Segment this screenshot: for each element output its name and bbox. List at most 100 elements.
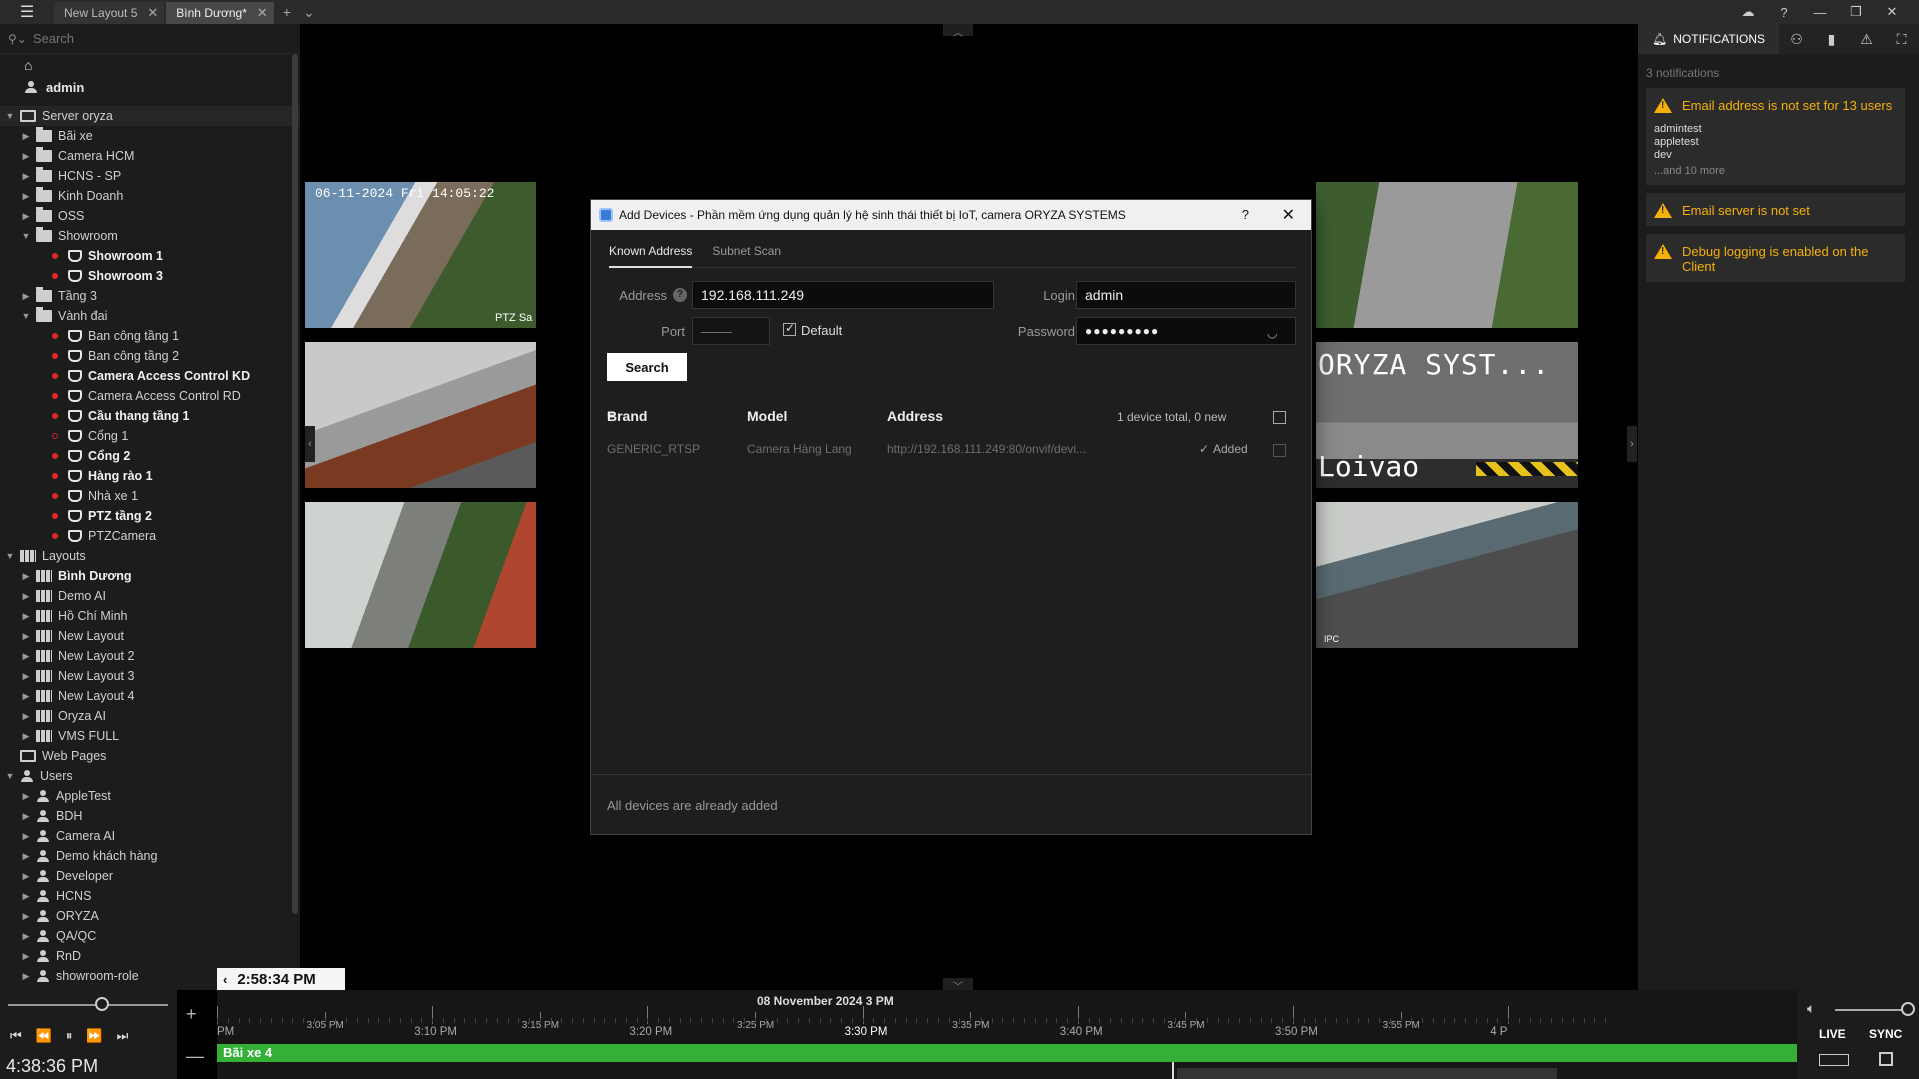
chevron-left-icon[interactable]: ‹ (305, 426, 315, 462)
tree-item[interactable]: Showroom 1 (0, 246, 300, 266)
expand-right-icon[interactable]: ▶ (20, 291, 32, 302)
camera-tile[interactable] (305, 502, 536, 648)
restore-icon[interactable]: ❐ (1838, 4, 1874, 20)
tree-item[interactable]: ▶ VMS FULL (0, 726, 300, 746)
tree-item[interactable]: PTZCamera (0, 526, 300, 546)
tree-item[interactable]: ▼ Users (0, 766, 300, 786)
address-column-header[interactable]: Address (887, 408, 943, 424)
expand-right-icon[interactable]: ▶ (20, 211, 32, 222)
volume-slider-handle[interactable] (1901, 1002, 1915, 1016)
tree-item[interactable]: PTZ tầng 2 (0, 506, 300, 526)
row-checkbox[interactable] (1273, 444, 1286, 457)
search-input[interactable] (32, 31, 253, 46)
main-menu-icon[interactable]: ☰ (0, 0, 54, 24)
expand-right-icon[interactable]: ▶ (20, 851, 32, 862)
notification-item[interactable]: Email server is not set (1646, 193, 1905, 226)
tree-item[interactable]: ▶ Demo AI (0, 586, 300, 606)
expand-right-icon[interactable]: ▶ (20, 971, 32, 982)
camera-tile[interactable] (305, 342, 536, 488)
close-icon[interactable]: ✕ (1282, 205, 1295, 225)
help-icon[interactable]: ? (1242, 207, 1249, 222)
skip-forward-icon[interactable]: ⏭ (117, 1028, 129, 1044)
expand-right-icon[interactable]: ▶ (20, 151, 32, 162)
expand-right-icon[interactable]: ▶ (20, 651, 32, 662)
chevron-down-icon[interactable]: ﹀ (943, 978, 973, 993)
skip-back-icon[interactable]: ⏮ (10, 1028, 22, 1044)
tree-item[interactable]: Ban công tầng 2 (0, 346, 300, 366)
recording-track[interactable]: Bãi xe 4 (217, 1044, 1797, 1062)
chevron-left-icon[interactable]: ‹ (223, 972, 227, 987)
timeline-icon[interactable] (1819, 1054, 1849, 1066)
password-input[interactable] (1076, 317, 1296, 345)
camera-tile[interactable]: IPC (1316, 502, 1578, 648)
expand-down-icon[interactable]: ▼ (4, 111, 16, 121)
tree-item[interactable]: ▶ Bãi xe (0, 126, 300, 146)
expand-down-icon[interactable]: ▼ (20, 231, 32, 241)
notification-item[interactable]: Email address is not set for 13 users ad… (1646, 88, 1905, 185)
expand-right-icon[interactable]: ▶ (20, 931, 32, 942)
expand-down-icon[interactable]: ▼ (4, 551, 16, 561)
login-input[interactable] (1076, 281, 1296, 309)
tree-scrollbar[interactable] (292, 54, 298, 914)
close-tab-icon[interactable]: ✕ (147, 5, 158, 21)
chevron-down-icon[interactable]: ⌄ (298, 4, 320, 21)
fullscreen-icon[interactable]: ⛶ (1884, 31, 1919, 48)
tree-item[interactable]: Cổng 2 (0, 446, 300, 466)
address-input[interactable] (692, 281, 994, 309)
help-icon[interactable]: ? (1766, 5, 1802, 20)
tree-item[interactable]: Web Pages (0, 746, 300, 766)
tree-item[interactable]: Showroom 3 (0, 266, 300, 286)
table-row[interactable]: GENERIC_RTSP Camera Hàng Lang http://192… (607, 442, 1297, 460)
pause-icon[interactable]: ⏸ (66, 1028, 73, 1044)
timeline-scrollbar[interactable] (1177, 1068, 1557, 1079)
alert-icon[interactable]: ⚠ (1849, 31, 1884, 48)
tree-item[interactable]: ▶ New Layout 4 (0, 686, 300, 706)
tab-binh-duong[interactable]: Bình Dương* ✕ (166, 2, 274, 24)
expand-down-icon[interactable]: ▼ (20, 311, 32, 321)
expand-right-icon[interactable]: ▶ (20, 171, 32, 182)
timeline[interactable]: ‹ 2:58:34 PM PM 3:05 PM 3:10 PM 3:15 PM 3:20… (217, 968, 1797, 1079)
zoom-out-icon[interactable]: — (186, 1046, 204, 1067)
expand-right-icon[interactable]: ▶ (20, 831, 32, 842)
expand-right-icon[interactable]: ▶ (20, 731, 32, 742)
chevron-up-icon[interactable]: ︿ (943, 24, 973, 39)
current-user[interactable]: admin (0, 76, 300, 98)
expand-right-icon[interactable]: ▶ (20, 631, 32, 642)
expand-right-icon[interactable]: ▶ (20, 711, 32, 722)
calendar-icon[interactable] (1879, 1052, 1893, 1066)
expand-right-icon[interactable]: ▶ (20, 911, 32, 922)
expand-right-icon[interactable]: ▶ (20, 671, 32, 682)
expand-right-icon[interactable]: ▶ (20, 571, 32, 582)
expand-right-icon[interactable]: ▶ (20, 131, 32, 142)
volume-icon[interactable]: 🔈︎ (1807, 1000, 1815, 1017)
tab-notifications[interactable]: 🔔︎ NOTIFICATIONS (1638, 24, 1780, 54)
notification-item[interactable]: Debug logging is enabled on the Client (1646, 234, 1905, 282)
zoom-in-icon[interactable]: + (186, 1004, 197, 1025)
chevron-right-icon[interactable]: › (1627, 426, 1637, 462)
tree-item[interactable]: ▶ Kinh Doanh (0, 186, 300, 206)
eye-icon[interactable]: ◡ (1267, 326, 1277, 340)
speed-slider-handle[interactable] (95, 997, 109, 1011)
cloud-icon[interactable]: ☁ (1730, 4, 1766, 20)
live-button[interactable]: LIVE (1819, 1027, 1846, 1041)
tree-item[interactable]: ▶ Developer (0, 866, 300, 886)
tree-item[interactable]: ▼ Server oryza (0, 106, 300, 126)
tab-known-address[interactable]: Known Address (609, 242, 693, 268)
forward-icon[interactable]: ⏩ (86, 1028, 102, 1044)
expand-right-icon[interactable]: ▶ (20, 611, 32, 622)
timeline-ruler[interactable]: PM 3:05 PM 3:10 PM 3:15 PM 3:20 PM 3:25 PM 3:3… (217, 990, 1797, 1044)
tab-new-layout-5[interactable]: New Layout 5 ✕ (54, 2, 165, 24)
rewind-icon[interactable]: ⏪ (36, 1028, 52, 1044)
tree-item[interactable]: ▼ Layouts (0, 546, 300, 566)
camera-tile[interactable]: 06-11-2024 Fri 14:05:22 PTZ Sa (305, 182, 536, 328)
camera-tile[interactable] (1316, 182, 1578, 328)
expand-right-icon[interactable]: ▶ (20, 791, 32, 802)
sync-button[interactable]: SYNC (1869, 1027, 1902, 1041)
help-icon[interactable]: ? (673, 288, 687, 302)
expand-right-icon[interactable]: ▶ (20, 591, 32, 602)
add-tab-icon[interactable]: + (276, 4, 298, 20)
tree-item[interactable]: ▶ Oryza AI (0, 706, 300, 726)
tree-item[interactable]: ▼ Vành đai (0, 306, 300, 326)
tree-item[interactable]: ▶ Hồ Chí Minh (0, 606, 300, 626)
search-button[interactable]: Search (607, 353, 687, 381)
